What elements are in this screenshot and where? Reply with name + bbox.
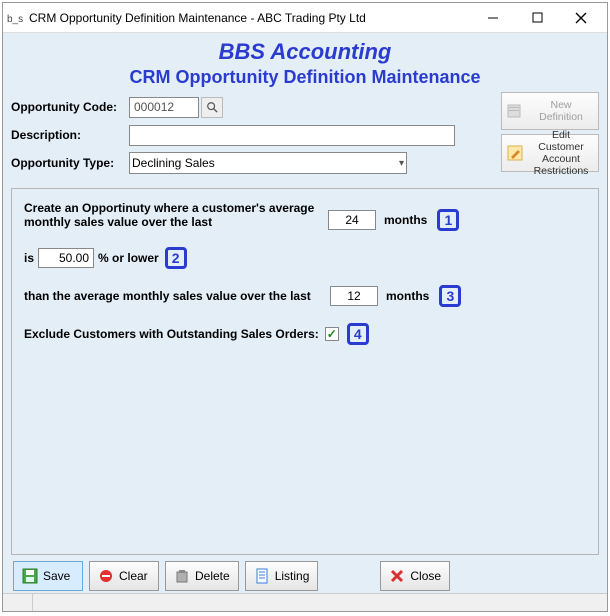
months-compare-input[interactable]	[330, 286, 378, 306]
rule-text-1b: monthly sales value over the last	[24, 215, 212, 229]
marker-4: 4	[347, 323, 369, 345]
maximize-button[interactable]	[515, 4, 559, 32]
form-top: New Definition Edit Customer Account Res…	[11, 94, 599, 178]
opportunity-code-input[interactable]	[129, 97, 199, 118]
new-definition-button[interactable]: New Definition	[501, 92, 599, 130]
save-button[interactable]: Save	[13, 561, 83, 591]
save-icon	[22, 568, 38, 584]
client-area: BBS Accounting CRM Opportunity Definitio…	[3, 33, 607, 611]
exclude-checkbox[interactable]: ✓	[325, 327, 339, 341]
listing-label: Listing	[275, 569, 310, 583]
page-header: BBS Accounting CRM Opportunity Definitio…	[11, 39, 599, 94]
marker-3: 3	[439, 285, 461, 307]
is-word: is	[24, 251, 34, 265]
check-icon: ✓	[327, 327, 337, 341]
rule-text-1a: Create an Opportinuty where a customer's…	[24, 201, 314, 215]
clear-icon	[98, 568, 114, 584]
status-bar	[3, 593, 607, 611]
minimize-button[interactable]	[471, 4, 515, 32]
opportunity-type-label: Opportunity Type:	[11, 156, 129, 170]
svg-text:b_s: b_s	[7, 14, 23, 25]
chevron-down-icon: ▾	[399, 158, 404, 169]
delete-label: Delete	[195, 569, 230, 583]
close-button[interactable]: Close	[380, 561, 450, 591]
months-word-1: months	[384, 213, 427, 227]
opportunity-type-value: Declining Sales	[132, 156, 215, 170]
opportunity-type-select[interactable]: Declining Sales ▾	[129, 152, 407, 174]
app-window: b_s CRM Opportunity Definition Maintenan…	[2, 2, 608, 612]
titlebar: b_s CRM Opportunity Definition Maintenan…	[3, 3, 607, 33]
clear-label: Clear	[119, 569, 148, 583]
months-recent-input[interactable]	[328, 210, 376, 230]
window-title: CRM Opportunity Definition Maintenance -…	[29, 11, 471, 25]
clear-button[interactable]: Clear	[89, 561, 159, 591]
opportunity-code-lookup-button[interactable]	[201, 97, 223, 118]
edit-customer-icon	[506, 144, 524, 162]
app-icon: b_s	[7, 10, 23, 26]
opportunity-code-label: Opportunity Code:	[11, 100, 129, 114]
new-definition-label: New Definition	[528, 99, 594, 123]
listing-icon	[254, 568, 270, 584]
close-icon	[389, 568, 405, 584]
close-label: Close	[410, 569, 441, 583]
edit-customer-label: Edit Customer Account Restrictions	[528, 129, 594, 177]
config-panel: Create an Opportinuty where a customer's…	[11, 188, 599, 555]
exclude-label: Exclude Customers with Outstanding Sales…	[24, 327, 319, 341]
delete-icon	[174, 568, 190, 584]
edit-customer-restrictions-button[interactable]: Edit Customer Account Restrictions	[501, 134, 599, 172]
description-input[interactable]	[129, 125, 455, 146]
save-label: Save	[43, 569, 70, 583]
percent-suffix: % or lower	[98, 251, 159, 265]
marker-2: 2	[165, 247, 187, 269]
months-word-2: months	[386, 289, 429, 303]
brand-title: BBS Accounting	[11, 39, 599, 65]
magnifier-icon	[206, 101, 218, 113]
listing-button[interactable]: Listing	[245, 561, 319, 591]
marker-1: 1	[437, 209, 459, 231]
close-window-button[interactable]	[559, 4, 603, 32]
page-title: CRM Opportunity Definition Maintenance	[11, 67, 599, 88]
rule-text-3: than the average monthly sales value ove…	[24, 289, 326, 303]
percent-input[interactable]	[38, 248, 94, 268]
button-bar: Save Clear Delete Listing	[11, 555, 599, 593]
description-label: Description:	[11, 128, 129, 142]
delete-button[interactable]: Delete	[165, 561, 239, 591]
new-definition-icon	[506, 102, 524, 120]
